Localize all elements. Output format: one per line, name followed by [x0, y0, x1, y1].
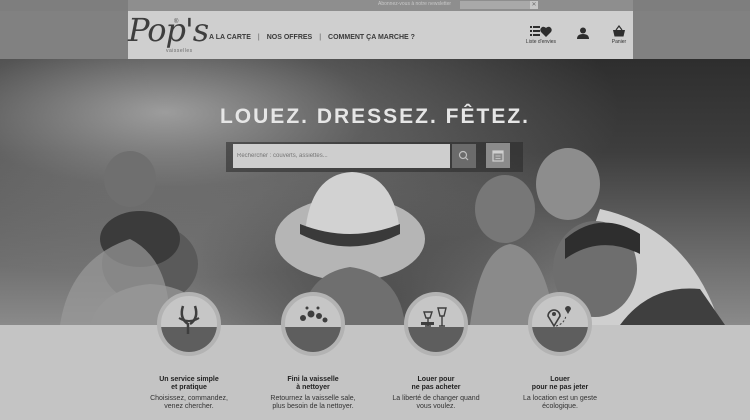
logo-text: Pop's	[128, 11, 209, 49]
hero-banner: LOUEZ. DRESSEZ. FÊTEZ.	[0, 59, 750, 325]
wishlist-heart-icon	[530, 26, 552, 37]
shopping-basket-icon	[613, 25, 625, 37]
newsletter-email-input[interactable]	[460, 1, 530, 9]
nav-item-comment-ca-marche[interactable]: COMMENT ÇA MARCHE ?	[328, 34, 415, 41]
feature-text: Retournez la vaisselle sale, plus besoin…	[270, 395, 356, 410]
main-nav: A LA CARTE | NOS OFFRES | COMMENT ÇA MAR…	[209, 34, 415, 41]
feature-dishes: Fini la vaisselle à nettoyer Retournez l…	[258, 376, 368, 411]
nav-item-a-la-carte[interactable]: A LA CARTE	[209, 34, 251, 41]
feature-title: Louer pour ne pas jeter	[531, 376, 589, 391]
newsletter-submit-button[interactable]: ✕	[530, 1, 538, 9]
site-header: Pop's ® vaisselles A LA CARTE | NOS OFFR…	[0, 11, 750, 59]
feature-service: Un service simple et pratique Choisissez…	[134, 376, 244, 411]
newsletter-bar: Abonnez-vous à notre newsletter ✕	[0, 0, 750, 11]
feature-circle-ecology	[528, 292, 592, 356]
nav-separator: |	[319, 34, 322, 41]
feature-text: La liberté de changer quand vous voulez.	[392, 395, 480, 410]
wishlist-label: Liste d'envies	[525, 39, 557, 45]
newsletter-bar-inner: Abonnez-vous à notre newsletter ✕	[128, 0, 633, 11]
account-button[interactable]	[576, 27, 590, 39]
search-icon	[458, 150, 469, 161]
logo-registered-mark: ®	[174, 19, 179, 25]
feature-title: Fini la vaisselle à nettoyer	[287, 376, 339, 391]
nav-item-nos-offres[interactable]: NOS OFFRES	[267, 34, 313, 41]
feature-text: Choisissez, commandez, venez chercher.	[150, 395, 228, 410]
nav-separator: |	[257, 34, 260, 41]
cart-button[interactable]: Panier	[607, 25, 631, 45]
user-icon	[577, 27, 589, 39]
cutlery-icon	[178, 305, 200, 334]
hero-people-illustration	[60, 148, 725, 325]
logo[interactable]: Pop's ® vaisselles	[128, 11, 209, 59]
cart-label: Panier	[611, 39, 627, 45]
dirty-dishes-icon	[300, 306, 328, 323]
header-inner: Pop's ® vaisselles A LA CARTE | NOS OFFR…	[128, 11, 633, 59]
wishlist-button[interactable]: Liste d'envies	[524, 25, 558, 45]
features-section	[0, 325, 750, 420]
glasses-plates-icon	[421, 307, 447, 327]
newsletter-label: Abonnez-vous à notre newsletter	[378, 1, 452, 7]
hero-search-input[interactable]	[233, 144, 450, 168]
feature-circle-dishes	[281, 292, 345, 356]
feature-circle-rent	[404, 292, 468, 356]
feature-circle-service	[157, 292, 221, 356]
feature-text: La location est un geste écologique.	[523, 395, 597, 410]
location-pin-icon	[547, 306, 571, 328]
logo-tagline: vaisselles	[166, 48, 193, 54]
feature-title: Un service simple et pratique	[159, 376, 219, 391]
feature-title: Louer pour ne pas acheter	[411, 376, 461, 391]
feature-rent: Louer pour ne pas acheter La liberté de …	[381, 376, 491, 411]
calendar-icon	[492, 150, 504, 162]
hero-search-button[interactable]	[452, 144, 476, 168]
feature-ecology: Louer pour ne pas jeter La location est …	[505, 376, 615, 411]
hero-tagline: LOUEZ. DRESSEZ. FÊTEZ.	[219, 105, 531, 128]
calendar-button[interactable]	[486, 143, 510, 168]
